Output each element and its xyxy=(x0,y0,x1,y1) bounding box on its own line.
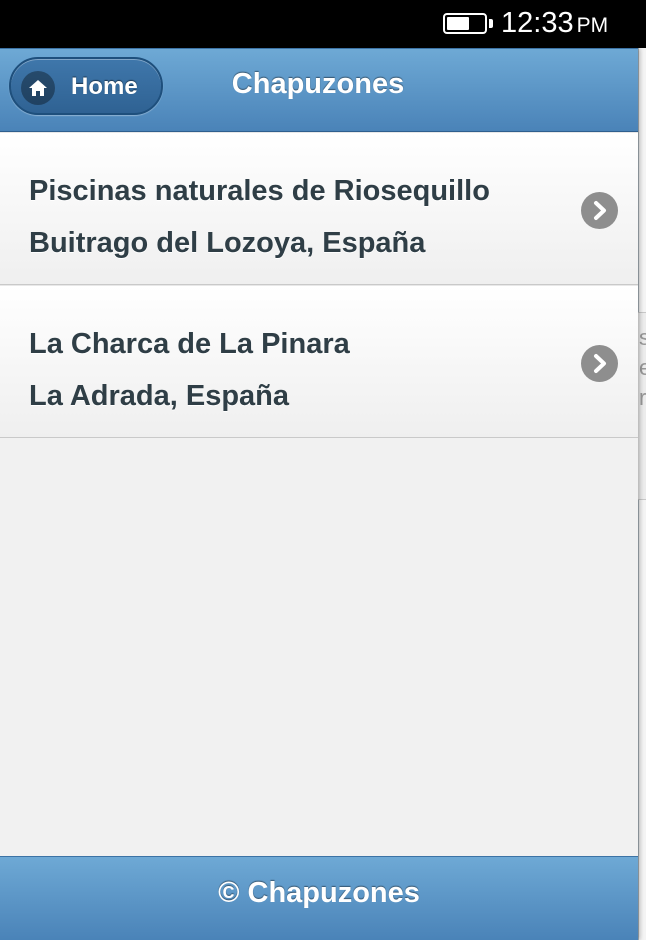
home-icon xyxy=(29,80,47,96)
page-title: Chapuzones xyxy=(231,68,405,100)
footer-bar: © Chapuzones xyxy=(0,856,638,940)
app-panel: Home Chapuzones Piscinas naturales de Ri… xyxy=(0,48,638,940)
header-bar: Home Chapuzones xyxy=(0,48,638,132)
list-item-title: La Charca de La Pinara xyxy=(29,328,350,360)
battery-icon xyxy=(443,13,487,34)
background-page-list-item: s e r xyxy=(638,312,646,500)
list-item-subtitle: Buitrago del Lozoya, España xyxy=(29,227,426,259)
chevron-right-icon xyxy=(581,192,618,229)
list-item-title: Piscinas naturales de Riosequillo xyxy=(29,175,490,207)
status-clock: 12:33 PM xyxy=(501,5,608,41)
clock-time: 12:33 xyxy=(501,7,574,39)
background-page-text: r xyxy=(639,385,646,410)
home-icon-disc xyxy=(21,71,55,105)
home-button[interactable]: Home xyxy=(9,57,163,115)
clock-ampm: PM xyxy=(576,14,609,37)
list-item[interactable]: Piscinas naturales de Riosequillo Buitra… xyxy=(0,132,638,285)
background-page-text: s xyxy=(639,323,646,353)
chevron-right-icon xyxy=(581,345,618,382)
list-item[interactable]: La Charca de La Pinara La Adrada, España xyxy=(0,285,638,438)
battery-cap xyxy=(489,19,493,28)
status-bar: 12:33 PM xyxy=(0,0,646,48)
footer-text: © Chapuzones xyxy=(218,877,420,909)
list-item-subtitle: La Adrada, España xyxy=(29,380,290,412)
home-button-label: Home xyxy=(71,73,138,100)
background-page-text: e xyxy=(639,353,646,383)
location-list: Piscinas naturales de Riosequillo Buitra… xyxy=(0,132,638,438)
device-screen: 12:33PM s e r Home Chapuzones Piscinas n… xyxy=(0,0,646,940)
battery-level xyxy=(447,17,469,30)
